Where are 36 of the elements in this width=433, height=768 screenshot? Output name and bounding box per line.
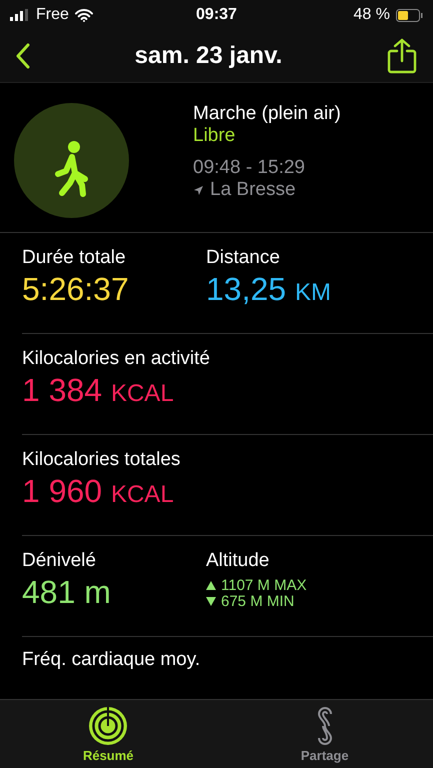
- share-icon: [387, 38, 417, 74]
- battery-percent: 48 %: [354, 6, 390, 24]
- metric-value: 1 960 KCAL: [22, 473, 175, 510]
- metric-value: 1 384 KCAL: [22, 372, 175, 409]
- tab-item[interactable]: Résumé: [0, 700, 216, 768]
- altitude-max: 1107 M MAX: [221, 578, 307, 594]
- metric-label: Durée totale: [22, 247, 127, 269]
- battery-icon: [396, 8, 423, 22]
- wifi-icon: [74, 8, 93, 22]
- chevron-left-icon: [16, 43, 30, 69]
- metric-value: 13,25 KM: [206, 271, 332, 308]
- nav-title: sam. 23 janv.: [134, 42, 282, 70]
- back-button[interactable]: [14, 41, 32, 71]
- signal-icon: [10, 9, 30, 21]
- metric-label: Distance: [206, 247, 281, 269]
- altitude-min: 675 M MIN: [221, 594, 294, 610]
- status-time: 09:37: [196, 6, 237, 24]
- location-arrow-icon: [193, 184, 204, 196]
- carrier-name: Free: [36, 6, 69, 24]
- tab-item[interactable]: Partage: [216, 700, 433, 768]
- workout-goal: Libre: [193, 125, 236, 147]
- metric-label: Dénivelé: [22, 550, 97, 572]
- location-name: La Bresse: [210, 179, 296, 201]
- workout-name: Marche (plein air): [193, 103, 341, 125]
- metric-value: 5:26:37: [22, 271, 130, 308]
- walking-person-icon: [14, 103, 129, 218]
- metric-label: Kilocalories totales: [22, 449, 182, 471]
- metric-label: Fréq. cardiaque moy.: [22, 649, 202, 671]
- triangle-down-icon: [206, 597, 216, 606]
- metric-label: Kilocalories en activité: [22, 348, 211, 370]
- metric-label: Altitude: [206, 550, 270, 572]
- triangle-up-icon: [206, 581, 216, 590]
- time-range: 09:48 - 15:29: [193, 157, 306, 179]
- share-button[interactable]: [385, 36, 419, 76]
- metric-value: 481 m: [22, 574, 112, 611]
- rings-icon: [88, 706, 128, 746]
